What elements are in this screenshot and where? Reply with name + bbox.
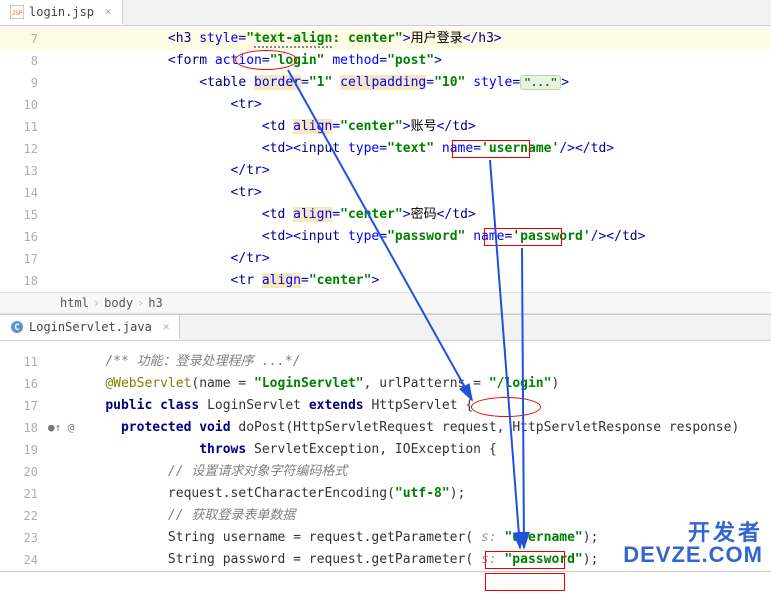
code-line: 16 <td><input type="password" name='pass… [0, 226, 771, 248]
top-tab-bar: JSP login.jsp × [0, 0, 771, 26]
code-line: 18●↑ @ protected void doPost(HttpServlet… [0, 417, 771, 439]
tab-label: login.jsp [29, 5, 94, 19]
code-line: 11 <td align="center">账号</td> [0, 116, 771, 138]
tab-label: LoginServlet.java [29, 320, 152, 334]
bottom-tab-bar: C LoginServlet.java × [0, 315, 771, 341]
top-code-area[interactable]: 7 <h3 style="text-align: center">用户登录</h… [0, 26, 771, 292]
svg-text:JSP: JSP [12, 10, 23, 17]
watermark: 开发者 DEVZE.COM [623, 522, 763, 566]
code-line: 11 /** 功能：登录处理程序 ...*/ [0, 351, 771, 373]
jsp-file-icon: JSP [10, 5, 24, 19]
code-line: 17 public class LoginServlet extends Htt… [0, 395, 771, 417]
code-line: 12 <td><input type="text" name='username… [0, 138, 771, 160]
code-line: 21 request.setCharacterEncoding("utf-8")… [0, 483, 771, 505]
tab-loginservlet[interactable]: C LoginServlet.java × [0, 315, 180, 340]
code-line: 13 </tr> [0, 160, 771, 182]
override-gutter-icon[interactable]: ●↑ @ [48, 417, 74, 439]
code-line: 14 <tr> [0, 182, 771, 204]
breadcrumb[interactable]: html › body › h3 [0, 292, 771, 314]
code-line: 9 <table border="1" cellpadding="10" sty… [0, 72, 771, 94]
code-line: 8 <form action="login" method="post"> [0, 50, 771, 72]
annotation-box-password-java [485, 573, 565, 591]
top-editor-pane: JSP login.jsp × 7 <h3 style="text-align:… [0, 0, 771, 315]
code-line: 18 <tr align="center"> [0, 270, 771, 292]
code-line: 19 throws ServletException, IOException … [0, 439, 771, 461]
code-line: 17 </tr> [0, 248, 771, 270]
code-line: 10 <tr> [0, 94, 771, 116]
java-class-icon: C [10, 320, 24, 334]
close-icon[interactable]: × [105, 5, 112, 18]
tab-login-jsp[interactable]: JSP login.jsp × [0, 0, 123, 25]
code-line: 7 <h3 style="text-align: center">用户登录</h… [0, 28, 771, 50]
code-line: 16 @WebServlet(name = "LoginServlet", ur… [0, 373, 771, 395]
gap [0, 343, 771, 351]
close-icon[interactable]: × [163, 320, 170, 333]
code-line: 20 // 设置请求对象字符编码格式 [0, 461, 771, 483]
code-line: 15 <td align="center">密码</td> [0, 204, 771, 226]
svg-text:C: C [14, 323, 19, 333]
